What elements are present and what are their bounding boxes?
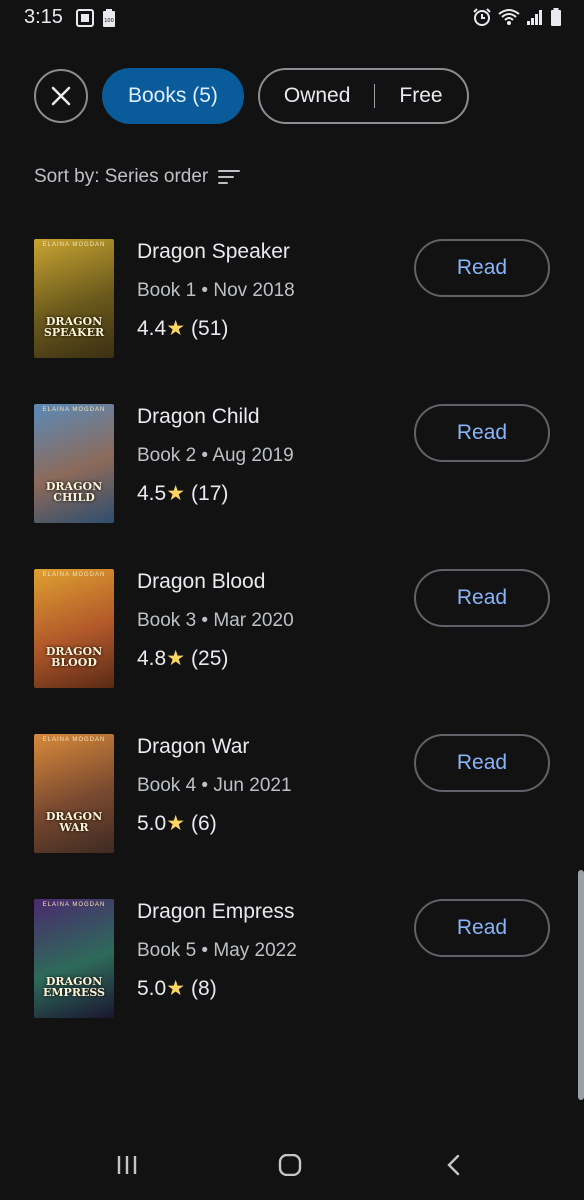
- book-rating: 4.8 ★ (25): [137, 646, 228, 671]
- book-cover[interactable]: ELAINA MOGDAN DRAGON CHILD: [34, 404, 114, 523]
- battery-badge: 100: [104, 18, 114, 24]
- star-icon: ★: [166, 317, 186, 340]
- close-icon: [50, 85, 72, 107]
- book-row[interactable]: ELAINA MOGDAN DRAGON EMPRESS Dragon Empr…: [0, 890, 584, 1020]
- battery-icon: [550, 7, 562, 27]
- rating-count: (8): [191, 976, 217, 1000]
- cover-author: ELAINA MOGDAN: [42, 737, 106, 743]
- book-cover[interactable]: ELAINA MOGDAN DRAGON SPEAKER: [34, 239, 114, 358]
- book-meta: Book 3 • Mar 2020: [137, 610, 294, 631]
- book-title[interactable]: Dragon Speaker: [137, 240, 290, 264]
- read-button[interactable]: Read: [414, 404, 550, 462]
- status-time: 3:15: [24, 6, 63, 28]
- status-bar: 3:15 100: [0, 0, 584, 36]
- cover-title: DRAGON SPEAKER: [43, 315, 105, 339]
- signal-icon: [526, 8, 544, 26]
- star-icon: ★: [166, 977, 186, 1000]
- book-meta: Book 4 • Jun 2021: [137, 775, 292, 796]
- book-cover[interactable]: ELAINA MOGDAN DRAGON EMPRESS: [34, 899, 114, 1018]
- sort-control[interactable]: Sort by: Series order: [34, 166, 241, 188]
- star-icon: ★: [166, 482, 186, 505]
- read-button[interactable]: Read: [414, 239, 550, 297]
- cover-title: DRAGON BLOOD: [45, 645, 103, 669]
- book-cover[interactable]: ELAINA MOGDAN DRAGON BLOOD: [34, 569, 114, 688]
- cover-author: ELAINA MOGDAN: [42, 407, 106, 413]
- rating-value: 4.8: [137, 646, 167, 670]
- book-title[interactable]: Dragon War: [137, 735, 249, 759]
- rating-count: (17): [191, 481, 229, 505]
- book-meta: Book 5 • May 2022: [137, 940, 297, 961]
- book-row[interactable]: ELAINA MOGDAN DRAGON BLOOD Dragon Blood …: [0, 560, 584, 690]
- scrollbar[interactable]: [578, 870, 584, 1100]
- alarm-icon: [472, 7, 492, 27]
- star-icon: ★: [166, 647, 186, 670]
- book-row[interactable]: ELAINA MOGDAN DRAGON SPEAKER Dragon Spea…: [0, 230, 584, 360]
- cover-title: DRAGON WAR: [45, 810, 103, 834]
- rating-value: 5.0: [137, 976, 167, 1000]
- home-icon[interactable]: [278, 1154, 302, 1176]
- read-button[interactable]: Read: [414, 734, 550, 792]
- filter-chips: Books (5) Owned Free: [34, 68, 469, 124]
- rating-count: (6): [191, 811, 217, 835]
- book-meta: Book 1 • Nov 2018: [137, 280, 295, 301]
- cover-title: DRAGON CHILD: [45, 480, 103, 504]
- ownership-filter-group: Owned Free: [257, 68, 469, 124]
- clear-filters-button[interactable]: [34, 69, 88, 123]
- sort-icon: [218, 169, 241, 185]
- book-title[interactable]: Dragon Empress: [137, 900, 295, 924]
- recents-icon[interactable]: [116, 1154, 138, 1176]
- read-button[interactable]: Read: [414, 569, 550, 627]
- cover-author: ELAINA MOGDAN: [42, 902, 106, 908]
- photo-icon: [76, 8, 94, 28]
- book-title[interactable]: Dragon Child: [137, 405, 260, 429]
- navigation-bar: [0, 1130, 584, 1200]
- star-icon: ★: [166, 812, 186, 835]
- free-filter-chip[interactable]: Free: [375, 84, 466, 108]
- book-meta: Book 2 • Aug 2019: [137, 445, 294, 466]
- rating-count: (51): [191, 316, 229, 340]
- battery-saver-icon: 100: [102, 8, 116, 28]
- rating-value: 4.4: [137, 316, 167, 340]
- owned-filter-chip[interactable]: Owned: [260, 84, 375, 108]
- book-rating: 5.0 ★ (6): [137, 811, 217, 836]
- read-button[interactable]: Read: [414, 899, 550, 957]
- back-icon[interactable]: [446, 1154, 462, 1176]
- book-title[interactable]: Dragon Blood: [137, 570, 265, 594]
- book-rating: 4.4 ★ (51): [137, 316, 228, 341]
- sort-label: Sort by: Series order: [34, 166, 209, 187]
- book-rating: 4.5 ★ (17): [137, 481, 228, 506]
- rating-value: 5.0: [137, 811, 167, 835]
- book-cover[interactable]: ELAINA MOGDAN DRAGON WAR: [34, 734, 114, 853]
- book-row[interactable]: ELAINA MOGDAN DRAGON CHILD Dragon Child …: [0, 395, 584, 525]
- cover-author: ELAINA MOGDAN: [42, 242, 106, 248]
- rating-value: 4.5: [137, 481, 167, 505]
- wifi-icon: [498, 8, 520, 26]
- books-filter-chip[interactable]: Books (5): [102, 68, 244, 124]
- cover-author: ELAINA MOGDAN: [42, 572, 106, 578]
- cover-title: DRAGON EMPRESS: [42, 975, 105, 999]
- book-rating: 5.0 ★ (8): [137, 976, 217, 1001]
- rating-count: (25): [191, 646, 229, 670]
- book-row[interactable]: ELAINA MOGDAN DRAGON WAR Dragon War Book…: [0, 725, 584, 855]
